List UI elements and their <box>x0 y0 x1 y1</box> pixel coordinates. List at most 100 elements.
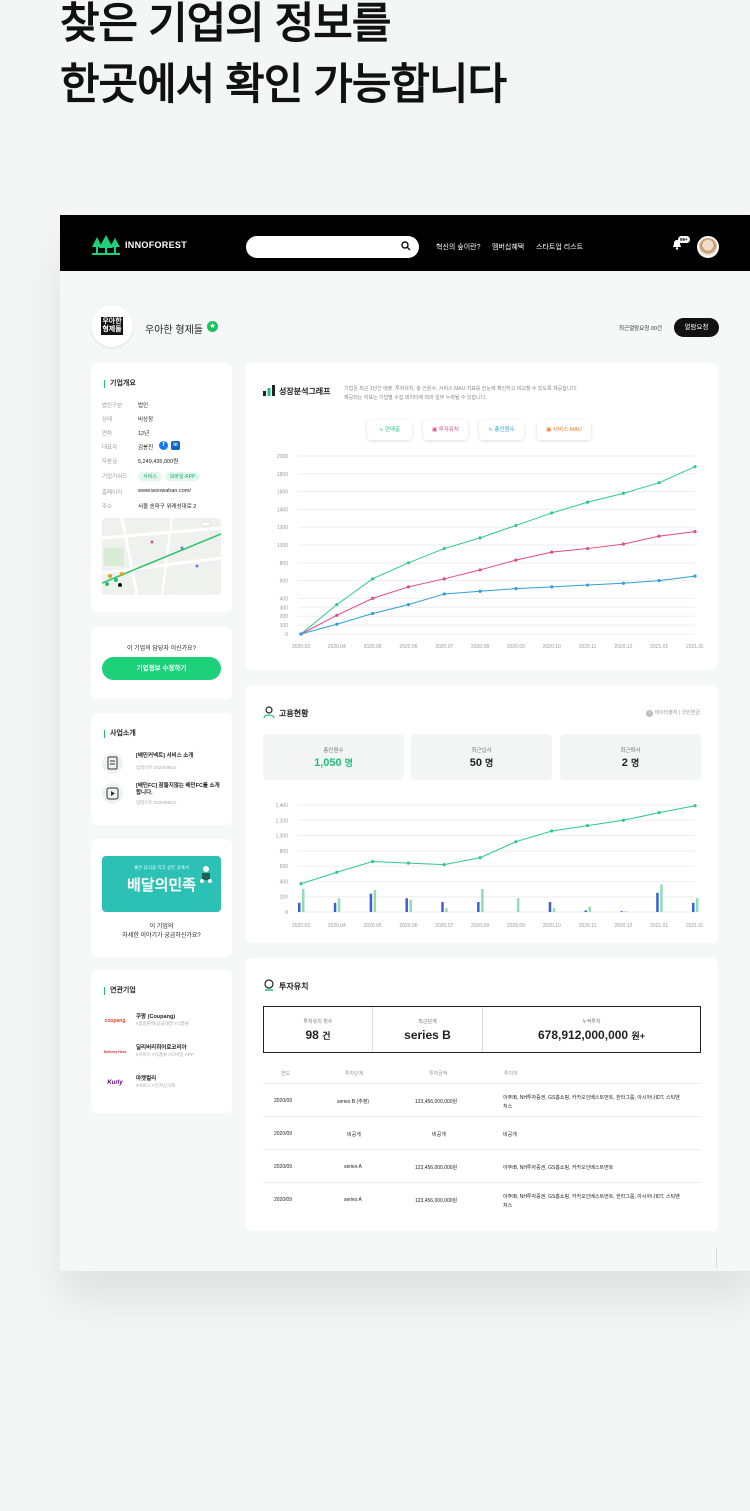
nav-menu-startups[interactable]: 스타트업 리스트 <box>536 242 583 252</box>
bar <box>620 911 623 912</box>
data-point <box>442 577 446 581</box>
bar <box>624 911 627 912</box>
table-row[interactable]: 2020/09 비공개 비공개 비공개 <box>263 1117 701 1150</box>
data-point <box>371 859 375 864</box>
delivery-rider-icon <box>200 866 212 883</box>
data-point <box>657 579 661 583</box>
y-tick-label: 200 <box>280 614 289 620</box>
video-icon <box>102 783 123 804</box>
cell-year: 2020/09 <box>274 1131 293 1137</box>
x-tick-label: 2021.02 <box>686 923 703 929</box>
scrollbar[interactable] <box>716 1248 717 1268</box>
data-point <box>478 589 482 593</box>
data-point <box>299 632 303 636</box>
data-point <box>550 585 554 589</box>
x-tick-label: 2020.03 <box>292 644 310 650</box>
nav-menu-about[interactable]: 혁신의 숲이란? <box>436 242 480 252</box>
stat-label: 총인원수 <box>323 748 344 754</box>
y-tick-label: 2000 <box>277 454 288 460</box>
employment-card: 고용현황 i 데이터출처 | 국민연금 총인원수 1,050 명 최근입사 50… <box>245 685 718 943</box>
x-tick-label: 2020.05 <box>364 923 382 929</box>
info-key: 기업키워드 <box>102 474 128 480</box>
x-tick-label: 2021.01 <box>650 644 668 650</box>
investment-title: 투자유치 <box>279 982 309 991</box>
linkedin-icon[interactable]: in <box>171 441 180 450</box>
cell-investors: 아주IB, NH투자증권, GS홈쇼핑, 카카오인베스트먼트 <box>503 1165 614 1171</box>
keyword-chip[interactable]: 모바일·APP <box>164 472 201 481</box>
delivery-hero-logo: Delivery Hero <box>103 1050 127 1054</box>
employment-title: 고용현황 <box>279 709 309 718</box>
ad-card: 좋은 음식을 먹고 싶은 곳에서 배달의민족 이 기업의 자세한 이야기가 궁금… <box>91 839 232 957</box>
data-point <box>371 596 375 600</box>
homepage-link[interactable]: www.woowahan.com/ <box>138 488 191 494</box>
y-tick-label: 600 <box>280 864 289 870</box>
summary-count: 투자유치 횟수 98 건 <box>264 1007 373 1052</box>
plus-square-icon: ▣ <box>432 427 439 433</box>
related-tags: #서비스 #전자상거래 <box>136 1083 176 1088</box>
facebook-icon[interactable]: f <box>159 441 168 450</box>
related-tags: #서비스 #식품류 #모바일·APP <box>136 1052 194 1057</box>
info-value: 법인 <box>138 403 149 409</box>
bar <box>369 893 373 912</box>
legend-revenue-button[interactable]: ∿ 연매출 <box>367 420 412 440</box>
table-row[interactable]: 2020/09 series B (추정) 123,456,000,000원 아… <box>263 1084 701 1117</box>
search-icon[interactable] <box>401 241 411 251</box>
avatar[interactable] <box>697 236 719 258</box>
info-key: 홈페이지 <box>102 490 123 496</box>
edit-company-button[interactable]: 기업정보 수정하기 <box>102 657 221 680</box>
search-input[interactable] <box>246 236 419 258</box>
hero-line-1: 찾은 기업의 정보를 <box>60 0 391 48</box>
business-card: 사업소개 [배민커넥트] 서비스 소개 업데이트 2020/09/10 [배민F… <box>91 713 232 825</box>
data-point <box>621 581 625 585</box>
info-key: 주소 <box>102 504 113 510</box>
data-point <box>693 574 697 578</box>
verified-icon: ★ <box>207 321 218 332</box>
y-tick-label: 400 <box>280 596 289 602</box>
growth-line-chart: 2000180016001400120010008006004003002001… <box>277 454 703 650</box>
request-view-button[interactable]: 열람요청 <box>674 318 719 337</box>
bar <box>445 908 448 912</box>
manager-question: 이 기업의 담당자 이신가요? <box>126 646 197 652</box>
square-icon: ▣ <box>546 427 553 433</box>
bar <box>373 889 377 912</box>
investment-card: 투자유치 투자유치 횟수 98 건 최근단계 series B 누적투자 678… <box>245 958 718 1231</box>
nav-menu-membership[interactable]: 멤버십혜택 <box>492 242 524 252</box>
stat-number: 50 <box>469 757 482 769</box>
ad-banner[interactable]: 좋은 음식을 먹고 싶은 곳에서 배달의민족 <box>102 856 221 912</box>
cell-stage: series A <box>344 1197 362 1203</box>
related-card: 연관기업 coupang 쿠팡 (Coupang) #종합판매/공급대행 #식품… <box>91 970 232 1113</box>
table-row[interactable]: 2020/09 series A 123,456,000,000원 아주IB, … <box>263 1183 701 1216</box>
x-tick-label: 2020.11 <box>579 644 597 650</box>
keyword-chip[interactable]: 서비스 <box>138 472 162 481</box>
app-window: INNOFOREST 혁신의 숲이란? 멤버십혜택 스타트업 리스트 99+ 우… <box>60 215 750 1271</box>
table-row[interactable]: 2020/09 series A 123,456,000,000원 아주IB, … <box>263 1150 701 1183</box>
stat-label: 최근퇴사 <box>620 748 641 754</box>
x-tick-label: 2020.06 <box>399 923 417 929</box>
data-source-text: 데이터출처 | 국민연금 <box>654 710 700 716</box>
growth-card: 성장분석그래프 기업은 최근 3년간 매출, 투자유치, 총 인원수, 서비스 … <box>245 363 718 670</box>
info-key: 연차 <box>102 431 113 437</box>
cell-investors: 아주IB, NH투자증권, GS홈쇼핑, 카카오인베스트먼트, 한라그룹, 아시… <box>503 1095 680 1110</box>
legend-headcount-button[interactable]: ∿ 총인원수 <box>479 420 524 440</box>
data-point <box>335 622 339 626</box>
y-tick-label: 1,000 <box>275 834 288 840</box>
legend-label: 서비스 MAU <box>552 427 582 433</box>
keyword-chips: 서비스 모바일·APP <box>138 472 203 481</box>
logo[interactable]: INNOFOREST <box>92 235 187 255</box>
stat-joined: 최근입사 50 명 <box>411 734 552 780</box>
cell-year: 2020/09 <box>274 1197 293 1203</box>
summary-label: 최근단계 <box>418 1019 437 1025</box>
legend-mau-button[interactable]: ▣ 서비스 MAU <box>537 420 591 440</box>
data-point <box>406 585 411 589</box>
cell-amount: 비공개 <box>432 1132 446 1138</box>
company-logo-text: 우아한형제들 <box>101 317 123 335</box>
data-point <box>335 870 339 874</box>
location-map[interactable] <box>102 518 221 595</box>
y-tick-label: 100 <box>280 623 289 629</box>
info-value: 12년 <box>138 431 150 437</box>
data-point <box>442 546 446 551</box>
data-point <box>693 530 697 534</box>
data-point <box>406 861 411 865</box>
legend-investment-button[interactable]: ▣ 투자유치 <box>423 420 468 440</box>
summary-value: 98 건 <box>264 1028 372 1042</box>
